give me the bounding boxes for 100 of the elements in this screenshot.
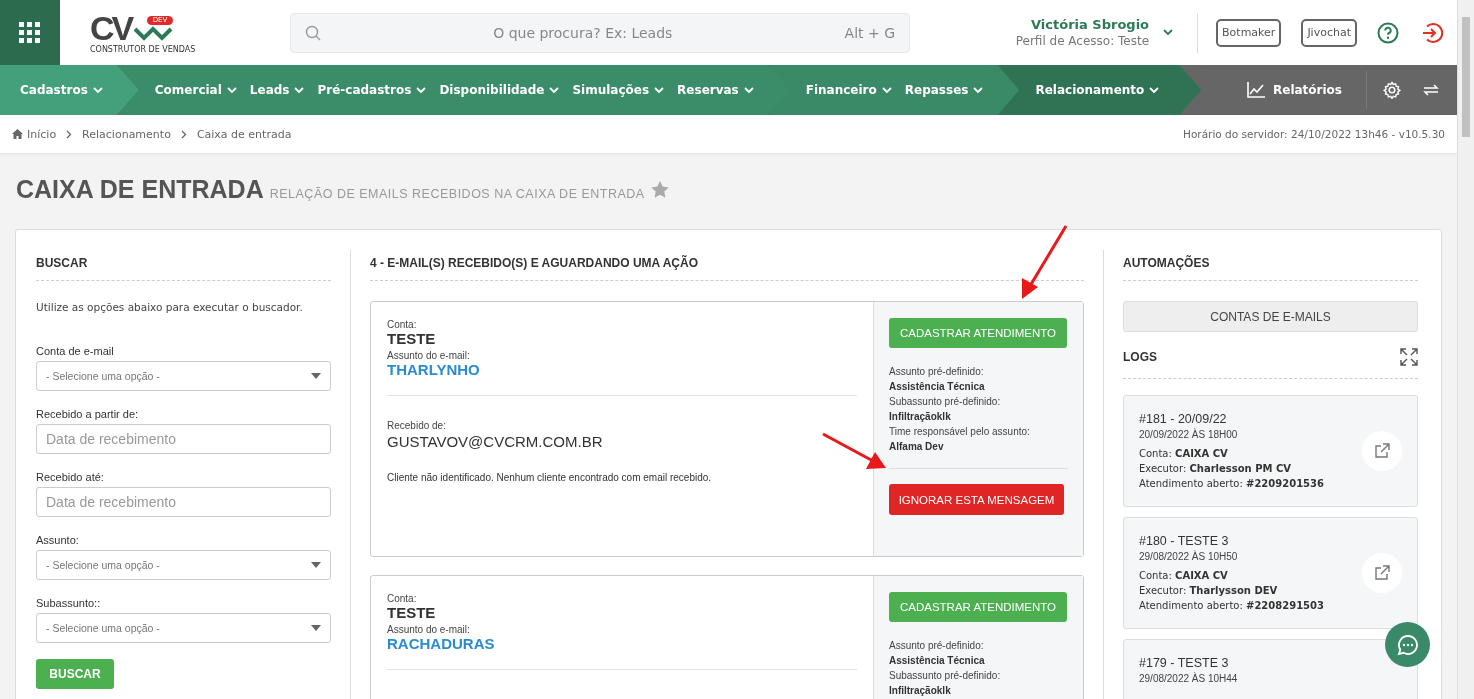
settings-icon[interactable] <box>1383 81 1401 99</box>
chevron-down-icon <box>1149 86 1160 94</box>
chevron-down-icon <box>654 86 665 94</box>
chevron-down-icon <box>92 86 103 94</box>
client-note: Cliente não identificado. Nenhum cliente encontrado com email recebido. <box>387 472 713 483</box>
ignore-button[interactable]: IGNORAR ESTA MENSAGEM <box>889 484 1064 515</box>
help-icon[interactable] <box>1377 21 1399 44</box>
search-field[interactable]: O que procura? Ex: Leads Alt + G <box>290 12 910 53</box>
section-title: AUTOMAÇÕES <box>1123 250 1418 281</box>
search-button[interactable]: BUSCAR <box>36 659 114 689</box>
external-link-icon <box>1374 443 1390 459</box>
detail-label: Subassunto pré-definido: <box>889 395 1002 409</box>
nav-menu-item[interactable]: Repasses <box>904 83 984 97</box>
account-name: TESTE <box>387 330 437 347</box>
chevron-right-icon <box>180 129 187 139</box>
log-field: Conta: CAIXA CV <box>1139 446 1362 461</box>
nav-menu-item[interactable]: Reservas <box>677 83 754 97</box>
chevron-down-icon <box>549 86 560 94</box>
integration-button[interactable]: Botmaker <box>1216 18 1282 47</box>
caret-icon <box>311 373 321 379</box>
star-icon[interactable] <box>650 181 669 198</box>
select-field[interactable]: - Selecione uma opção - <box>36 613 331 643</box>
logout-icon[interactable] <box>1421 21 1443 44</box>
shortcut-hint: Alt + G <box>844 24 895 41</box>
field-label: Assunto do e-mail: <box>387 350 471 361</box>
detail-label: Time responsável pelo assunto: <box>889 425 1030 439</box>
reports-link[interactable]: Relatórios <box>1273 83 1342 97</box>
field-label: Subassunto:: <box>36 597 102 609</box>
field-label: Recebido de: <box>387 420 447 431</box>
chevron-down-icon <box>416 86 427 94</box>
chevron-down-icon <box>973 86 984 94</box>
log-field: Executor: Tharlysson DEV <box>1139 583 1362 598</box>
detail-value: Alfama Dev <box>889 440 945 454</box>
field-label: Conta de e-mail <box>36 345 115 357</box>
detail-label: Subassunto pré-definido: <box>889 669 1001 683</box>
field-label: Conta: <box>387 319 418 330</box>
integration-button[interactable]: Jivochat <box>1301 18 1357 47</box>
log-field: Executor: Charlesson PM CV <box>1139 461 1362 476</box>
server-time: Horário do servidor: 24/10/2022 13h46 - v10.5.30 <box>1183 128 1445 140</box>
detail-value: Assistência Técnica <box>889 654 986 668</box>
log-title: #181 - 20/09/22 <box>1139 411 1228 427</box>
logo-text: CV <box>90 11 132 45</box>
date-input-field[interactable]: Data de recebimento <box>36 424 331 454</box>
field-label: Assunto: <box>36 534 80 546</box>
nav-menu-item[interactable]: Cadastros <box>20 83 103 97</box>
detail-label: Assunto pré-definido: <box>889 639 985 653</box>
home-icon <box>12 129 23 139</box>
field-label: Recebido até: <box>36 471 105 483</box>
register-button[interactable]: CADASTRAR ATENDIMENTO <box>889 592 1067 622</box>
field-label: Conta: <box>387 593 418 604</box>
nav-menu-item[interactable]: Simulações <box>572 83 665 97</box>
field-label: Assunto do e-mail: <box>387 624 471 635</box>
chevron-down-icon <box>294 86 305 94</box>
nav-menu-item[interactable]: Disponibilidade <box>439 83 560 97</box>
chevron-down-icon <box>881 86 892 94</box>
detail-label: Assunto pré-definido: <box>889 365 985 379</box>
page-title: CAIXA DE ENTRADA <box>16 175 264 204</box>
user-name[interactable]: Victória Sbrogio <box>1015 16 1150 33</box>
detail-value: Infiltraçãoklk <box>889 684 952 698</box>
chart-icon <box>1247 82 1265 98</box>
nav-menu-item[interactable]: Leads <box>249 83 305 97</box>
log-title: #180 - TESTE 3 <box>1139 533 1230 549</box>
select-field[interactable]: - Selecione uma opção - <box>36 550 331 580</box>
logo-wave-icon <box>133 24 174 41</box>
email-accounts-button[interactable]: CONTAS DE E-MAILS <box>1123 301 1418 332</box>
caret-icon <box>311 562 321 568</box>
breadcrumb-link[interactable]: Caixa de entrada <box>196 127 292 141</box>
email-subject[interactable]: THARLYNHO <box>387 361 857 378</box>
nav-menu-item[interactable]: Pré-cadastros <box>317 83 427 97</box>
swap-icon[interactable] <box>1423 84 1439 96</box>
log-field: Atendimento aberto: #2208291503 <box>1139 598 1362 613</box>
open-log-button[interactable] <box>1362 553 1402 593</box>
nav-menu-item[interactable]: Financeiro <box>805 83 892 97</box>
annotation-arrow <box>822 432 886 469</box>
expand-icon[interactable] <box>1400 348 1418 366</box>
register-button[interactable]: CADASTRAR ATENDIMENTO <box>889 318 1067 348</box>
log-date: 29/08/2022 ÀS 10H44 <box>1139 671 1239 686</box>
chevron-right-icon <box>66 129 73 139</box>
date-input-field[interactable]: Data de recebimento <box>36 487 331 517</box>
search-hint: Utilize as opções abaixo para executar o buscador. <box>36 301 304 313</box>
account-name: TESTE <box>387 604 437 621</box>
breadcrumb-link[interactable]: Início <box>27 127 57 141</box>
chat-bubble-icon <box>1396 633 1419 656</box>
nav-menu-item[interactable]: Relacionamento <box>1035 83 1160 97</box>
log-date: 29/08/2022 ÀS 10H50 <box>1139 549 1239 564</box>
email-subject[interactable]: RACHADURAS <box>387 635 857 652</box>
breadcrumb-link[interactable]: Relacionamento <box>82 127 171 141</box>
log-field: Conta: CAIXA CV <box>1139 568 1362 583</box>
external-link-icon <box>1374 565 1390 581</box>
apps-menu-button[interactable] <box>0 0 60 65</box>
chevron-down-icon <box>226 86 237 94</box>
page-subtitle: RELAÇÃO DE EMAILS RECEBIDOS NA CAIXA DE ENTRADA <box>269 187 645 201</box>
chevron-down-icon <box>1163 29 1174 36</box>
detail-value: Assistência Técnica <box>889 380 986 394</box>
open-log-button[interactable] <box>1362 431 1402 471</box>
section-title: LOGS <box>1123 350 1157 364</box>
sender-email: GUSTAVOV@CVCRM.COM.BR <box>387 433 604 450</box>
nav-menu-item[interactable]: Comercial <box>154 83 237 97</box>
log-date: 20/09/2022 ÀS 18H00 <box>1139 427 1239 442</box>
select-field[interactable]: - Selecione uma opção - <box>36 361 331 391</box>
